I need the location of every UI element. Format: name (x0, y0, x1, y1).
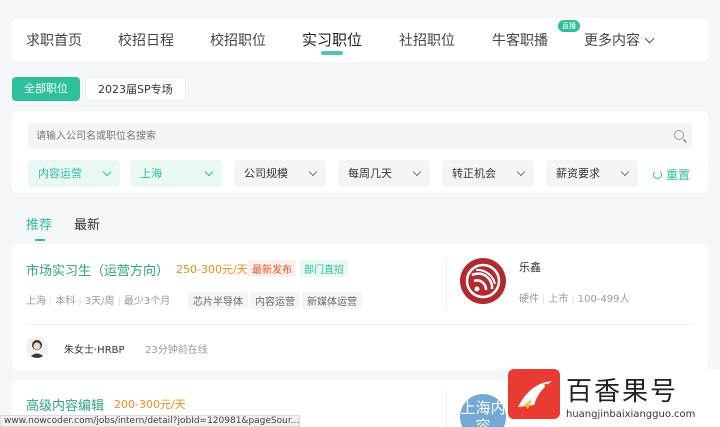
nav-campus-schedule[interactable]: 校招日程 (118, 30, 174, 50)
filter-city-label: 上海 (140, 167, 162, 180)
live-badge: 直播 (558, 20, 580, 32)
chevron-down-icon (204, 167, 214, 177)
tag-direct-hire: 部门直招 (300, 260, 348, 277)
chevron-down-icon (644, 33, 655, 44)
chevron-down-icon (620, 167, 630, 177)
search-icon[interactable] (674, 130, 684, 140)
reset-label: 重置 (666, 168, 691, 182)
search-input[interactable] (28, 123, 692, 149)
divider (446, 390, 447, 427)
chevron-down-icon (516, 167, 526, 177)
active-tab-indicator (321, 51, 343, 55)
watermark-logo (508, 369, 560, 419)
watermark-title: 百香果号 (566, 377, 679, 407)
watermark-domain: huangjinbaixiangguo.com (566, 409, 696, 420)
filter-salary-label: 薪资要求 (556, 167, 600, 180)
company-meta: 硬件 | 上市 | 100-499人 (519, 294, 630, 305)
filter-panel: 内容运营 上海 公司规模 每周几天 转正机会 薪资要求 重置 (12, 111, 708, 193)
job-salary: 250-300元/天 (176, 263, 248, 276)
recruiter-online-status: 23分钟前在线 (145, 345, 208, 356)
filter-salary[interactable]: 薪资要求 (546, 160, 638, 187)
nav-more[interactable]: 更多内容 (584, 30, 655, 50)
nav-campus-jobs[interactable]: 校招职位 (210, 30, 266, 50)
job-duration: 最少3个月 (123, 296, 171, 307)
company-logo[interactable]: 上海内容 (460, 394, 506, 427)
skill-tag: 芯片半导体 (188, 292, 248, 309)
divider (446, 258, 447, 310)
status-bar-url: www.nowcoder.com/jobs/intern/detail?jobI… (0, 415, 300, 427)
recruiter-name: 朱女士·HRBP (64, 345, 125, 356)
tag-new: 最新发布 (248, 260, 296, 277)
company-name[interactable]: 乐鑫 (519, 259, 541, 275)
tab-latest[interactable]: 最新 (74, 214, 100, 233)
chip-all-jobs[interactable]: 全部职位 (12, 77, 80, 101)
job-degree: 本科 (55, 296, 76, 307)
nav-intern-jobs[interactable]: 实习职位 (302, 29, 363, 55)
job-title[interactable]: 高级内容编辑 (26, 395, 104, 414)
user-avatar-icon (29, 340, 45, 358)
filter-days-per-week[interactable]: 每周几天 (338, 160, 430, 187)
refresh-icon (653, 170, 662, 179)
watermark: 百香果号 huangjinbaixiangguo.com (508, 369, 720, 427)
job-salary: 200-300元/天 (114, 398, 186, 411)
espressif-logo-icon (465, 263, 501, 299)
filter-days-label: 每周几天 (348, 167, 392, 180)
filter-city[interactable]: 上海 (130, 160, 222, 187)
filter-conversion[interactable]: 转正机会 (442, 160, 534, 187)
nav-more-label: 更多内容 (584, 33, 640, 49)
divider (26, 324, 694, 325)
company-stage: 上市 (548, 294, 569, 305)
nav-social-jobs[interactable]: 社招职位 (399, 30, 455, 50)
nav-job-home[interactable]: 求职首页 (26, 30, 82, 50)
top-nav: 求职首页 校招日程 校招职位 实习职位 社招职位 牛客职播 直播 更多内容 (12, 18, 708, 62)
nav-intern-jobs-label: 实习职位 (302, 31, 363, 49)
filter-category-label: 内容运营 (38, 167, 82, 180)
filter-conversion-label: 转正机会 (452, 167, 496, 180)
filter-category[interactable]: 内容运营 (28, 160, 120, 187)
chevron-down-icon (412, 167, 422, 177)
job-card[interactable]: 市场实习生（运营方向） 250-300元/天 最新发布 部门直招 上海 | 本科 | 3… (12, 244, 708, 370)
job-meta: 上海 | 本科 | 3天/周 | 最少3个月 (26, 296, 171, 307)
company-logo[interactable] (460, 258, 506, 304)
filter-company-size-label: 公司规模 (244, 167, 288, 180)
avatar (26, 336, 48, 358)
skill-tag: 新媒体运营 (302, 292, 362, 309)
chevron-down-icon (102, 167, 112, 177)
reset-button[interactable]: 重置 (653, 166, 690, 183)
tab-recommended[interactable]: 推荐 (26, 214, 52, 241)
chevron-down-icon (308, 167, 318, 177)
company-industry: 硬件 (519, 294, 539, 305)
job-days: 3天/周 (84, 296, 115, 307)
skill-tag: 内容运营 (250, 292, 300, 309)
chip-sp-session[interactable]: 2023届SP专场 (85, 77, 186, 101)
bird-logo-icon (518, 381, 552, 409)
company-size: 100-499人 (577, 294, 630, 305)
nav-live-stream[interactable]: 牛客职播 (492, 30, 548, 50)
filter-company-size[interactable]: 公司规模 (234, 160, 326, 187)
job-title[interactable]: 市场实习生（运营方向） (26, 260, 169, 279)
job-city: 上海 (26, 296, 46, 307)
